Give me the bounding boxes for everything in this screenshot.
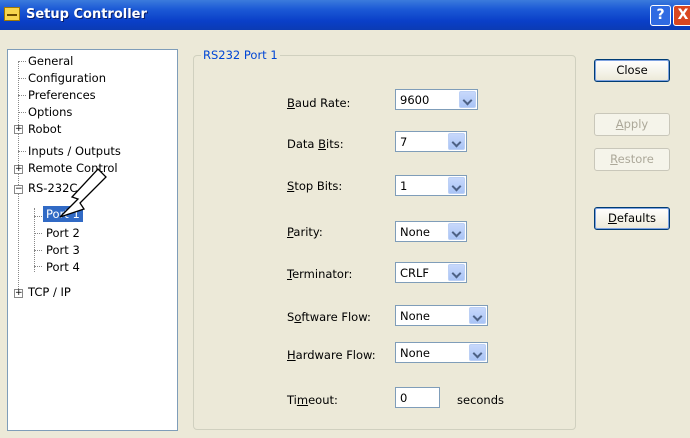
expand-robot-icon[interactable]: + xyxy=(14,125,23,134)
tree-connector xyxy=(34,208,35,272)
tree-connector xyxy=(34,233,42,234)
tree-connector xyxy=(34,216,42,217)
timeout-label-pre: Ti xyxy=(287,393,297,407)
settings-tree[interactable]: General Configuration Preferences Option… xyxy=(7,49,178,431)
hardware-flow-value: None xyxy=(400,346,431,360)
parity-label-text: arity: xyxy=(293,225,323,239)
software-flow-label-text: ftware Flow: xyxy=(301,310,371,324)
baud-rate-label: Baud Rate: xyxy=(287,96,350,110)
expand-remote-control-icon[interactable]: + xyxy=(14,165,23,174)
software-flow-select[interactable]: None xyxy=(395,305,488,326)
software-flow-label: Software Flow: xyxy=(287,310,371,324)
expand-tcp-ip-icon[interactable]: + xyxy=(14,289,23,298)
close-window-button[interactable]: X xyxy=(673,5,690,26)
parity-select[interactable]: None xyxy=(395,221,467,242)
timeout-input[interactable]: 0 xyxy=(395,387,440,408)
tree-item-port-2[interactable]: Port 2 xyxy=(46,225,80,241)
tree-connector xyxy=(18,61,26,62)
apply-button[interactable]: Apply xyxy=(594,113,670,136)
tree-item-inputs-outputs[interactable]: Inputs / Outputs xyxy=(28,143,121,159)
parity-value: None xyxy=(400,225,431,239)
collapse-rs232c-icon[interactable]: − xyxy=(14,185,23,194)
terminator-label-text: erminator: xyxy=(292,267,353,281)
chevron-down-icon[interactable] xyxy=(448,264,465,281)
data-bits-label: Data Bits: xyxy=(287,137,344,151)
pointer-arrow-icon xyxy=(59,168,107,218)
data-bits-value: 7 xyxy=(400,135,408,149)
timeout-value: 0 xyxy=(400,391,408,405)
hardware-flow-select[interactable]: None xyxy=(395,342,488,363)
tree-item-tcp-ip[interactable]: TCP / IP xyxy=(28,284,71,300)
terminator-select[interactable]: CRLF xyxy=(395,262,467,283)
stop-bits-label: Stop Bits: xyxy=(287,179,342,193)
defaults-mnemonic: D xyxy=(607,211,617,225)
restore-button[interactable]: Restore xyxy=(594,148,670,171)
restore-mnemonic: R xyxy=(610,152,618,166)
chevron-down-icon[interactable] xyxy=(448,223,465,240)
tree-connector xyxy=(18,95,26,96)
parity-label: Parity: xyxy=(287,225,323,239)
tree-item-configuration[interactable]: Configuration xyxy=(28,70,106,86)
stop-bits-label-text: top Bits: xyxy=(294,179,343,193)
apply-label: pply xyxy=(623,117,649,131)
chevron-down-icon[interactable] xyxy=(469,307,486,324)
tree-connector xyxy=(18,112,26,113)
tree-item-port-3[interactable]: Port 3 xyxy=(46,242,80,258)
defaults-label: efaults xyxy=(616,211,656,225)
defaults-button[interactable]: Defaults xyxy=(594,207,670,230)
data-bits-label-pre: Data xyxy=(287,137,319,151)
software-flow-value: None xyxy=(400,309,431,323)
app-icon xyxy=(4,7,20,21)
help-button[interactable]: ? xyxy=(650,5,671,26)
baud-rate-select[interactable]: 9600 xyxy=(395,89,478,110)
tree-item-port-4[interactable]: Port 4 xyxy=(46,259,80,275)
rs232-port-groupbox xyxy=(193,55,576,430)
window-title: Setup Controller xyxy=(26,7,147,22)
data-bits-select[interactable]: 7 xyxy=(395,131,467,152)
tree-connector xyxy=(18,78,26,79)
groupbox-title: RS232 Port 1 xyxy=(201,48,280,62)
chevron-down-icon[interactable] xyxy=(448,133,465,150)
timeout-mnemonic: m xyxy=(296,393,309,407)
timeout-label-text: eout: xyxy=(308,393,338,407)
timeout-label: Timeout: xyxy=(287,393,338,407)
tree-connector xyxy=(18,151,26,152)
tree-item-options[interactable]: Options xyxy=(28,104,72,120)
apply-mnemonic: A xyxy=(615,117,624,131)
tree-item-robot[interactable]: Robot xyxy=(28,121,61,137)
tree-connector xyxy=(34,266,42,267)
tree-item-preferences[interactable]: Preferences xyxy=(28,87,96,103)
setup-controller-window: Setup Controller ? X General Configurati… xyxy=(0,0,690,438)
tree-item-general[interactable]: General xyxy=(28,53,73,69)
hardware-flow-label-text: ardware Flow: xyxy=(295,348,376,362)
stop-bits-select[interactable]: 1 xyxy=(395,175,467,196)
hardware-flow-mnemonic: H xyxy=(287,348,296,362)
chevron-down-icon[interactable] xyxy=(459,91,476,108)
data-bits-mnemonic: B xyxy=(318,137,327,151)
data-bits-label-text: its: xyxy=(326,137,344,151)
terminator-value: CRLF xyxy=(400,266,430,280)
tree-connector xyxy=(34,250,42,251)
close-button[interactable]: Close xyxy=(594,59,670,82)
title-bar[interactable]: Setup Controller ? X xyxy=(0,0,690,30)
terminator-label: Terminator: xyxy=(287,267,352,281)
timeout-unit-label: seconds xyxy=(457,393,505,407)
baud-rate-value: 9600 xyxy=(400,93,430,107)
stop-bits-value: 1 xyxy=(400,179,408,193)
chevron-down-icon[interactable] xyxy=(448,177,465,194)
baud-rate-mnemonic: B xyxy=(287,96,295,110)
baud-rate-label-text: aud Rate: xyxy=(294,96,351,110)
chevron-down-icon[interactable] xyxy=(469,344,486,361)
restore-label: estore xyxy=(617,152,654,166)
hardware-flow-label: Hardware Flow: xyxy=(287,348,376,362)
